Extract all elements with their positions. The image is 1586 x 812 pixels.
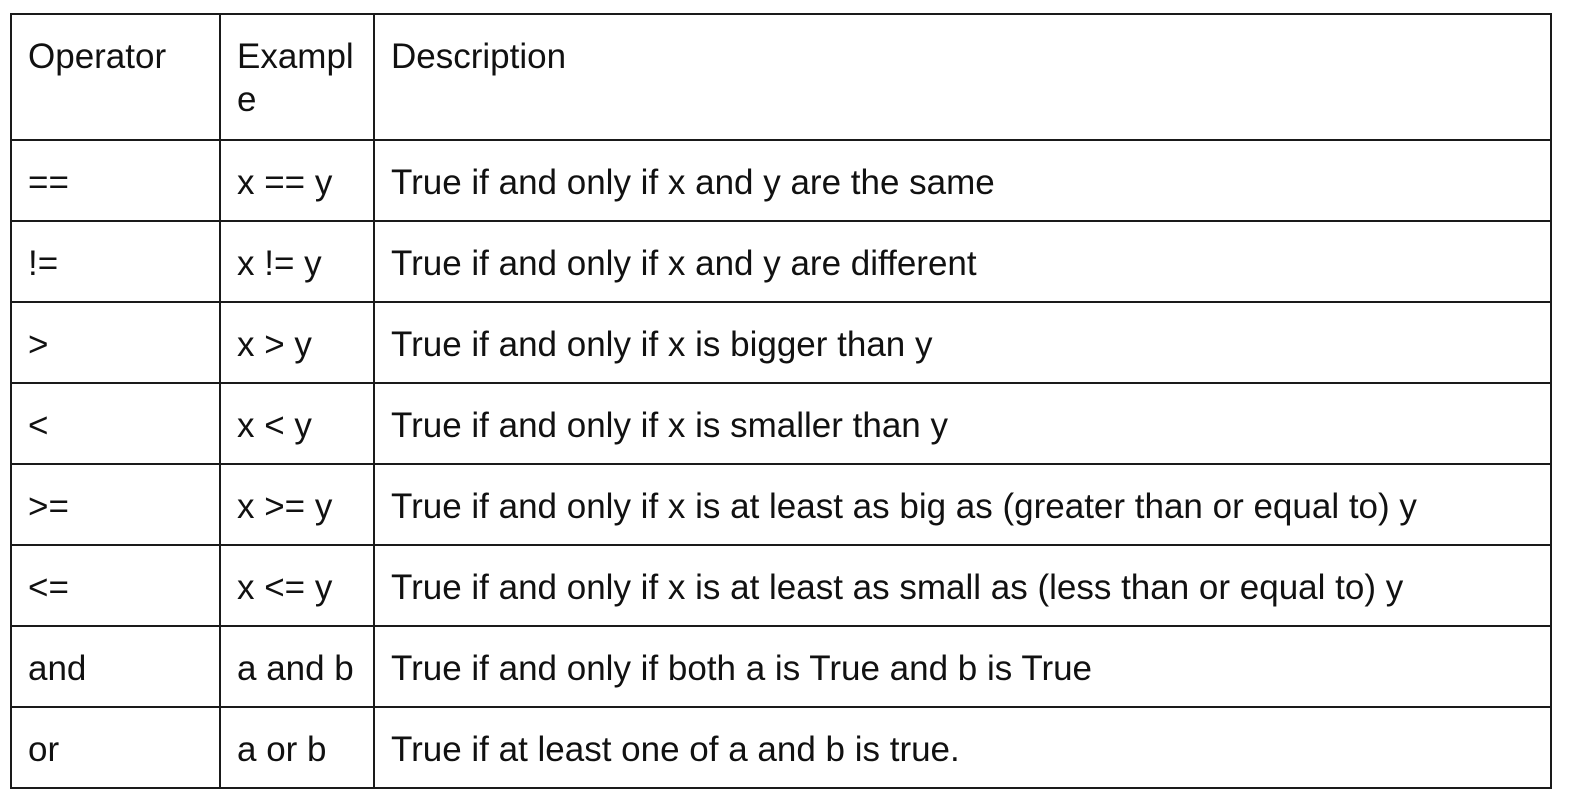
cell-example: x != y — [219, 220, 375, 303]
cell-operator: == — [10, 139, 221, 222]
cell-example: a or b — [219, 706, 375, 789]
cell-description: True if and only if x is at least as sma… — [373, 544, 1552, 627]
cell-description: True if and only if x is smaller than y — [373, 382, 1552, 465]
cell-description: True if and only if x and y are differen… — [373, 220, 1552, 303]
table-row: >= x >= y True if and only if x is at le… — [10, 463, 1552, 546]
cell-operator: or — [10, 706, 221, 789]
table-row: > x > y True if and only if x is bigger … — [10, 301, 1552, 384]
cell-operator: > — [10, 301, 221, 384]
table-row: and a and b True if and only if both a i… — [10, 625, 1552, 708]
cell-operator: != — [10, 220, 221, 303]
header-description: Description — [373, 13, 1552, 141]
table-row: < x < y True if and only if x is smaller… — [10, 382, 1552, 465]
table-row: == x == y True if and only if x and y ar… — [10, 139, 1552, 222]
cell-description: True if and only if both a is True and b… — [373, 625, 1552, 708]
cell-description: True if and only if x is at least as big… — [373, 463, 1552, 546]
table-row: != x != y True if and only if x and y ar… — [10, 220, 1552, 303]
cell-example: x >= y — [219, 463, 375, 546]
cell-operator: <= — [10, 544, 221, 627]
table-header-row: Operator Example Description — [10, 13, 1552, 141]
cell-description: True if at least one of a and b is true. — [373, 706, 1552, 789]
operators-table: Operator Example Description == x == y T… — [10, 13, 1552, 789]
cell-operator: >= — [10, 463, 221, 546]
cell-example: x < y — [219, 382, 375, 465]
table-row: <= x <= y True if and only if x is at le… — [10, 544, 1552, 627]
cell-example: a and b — [219, 625, 375, 708]
cell-example: x > y — [219, 301, 375, 384]
cell-operator: < — [10, 382, 221, 465]
table-row: or a or b True if at least one of a and … — [10, 706, 1552, 789]
cell-description: True if and only if x and y are the same — [373, 139, 1552, 222]
cell-example: x == y — [219, 139, 375, 222]
header-operator: Operator — [10, 13, 221, 141]
header-example: Example — [219, 13, 375, 141]
cell-description: True if and only if x is bigger than y — [373, 301, 1552, 384]
operators-table-container: Operator Example Description == x == y T… — [10, 13, 1552, 789]
cell-operator: and — [10, 625, 221, 708]
cell-example: x <= y — [219, 544, 375, 627]
